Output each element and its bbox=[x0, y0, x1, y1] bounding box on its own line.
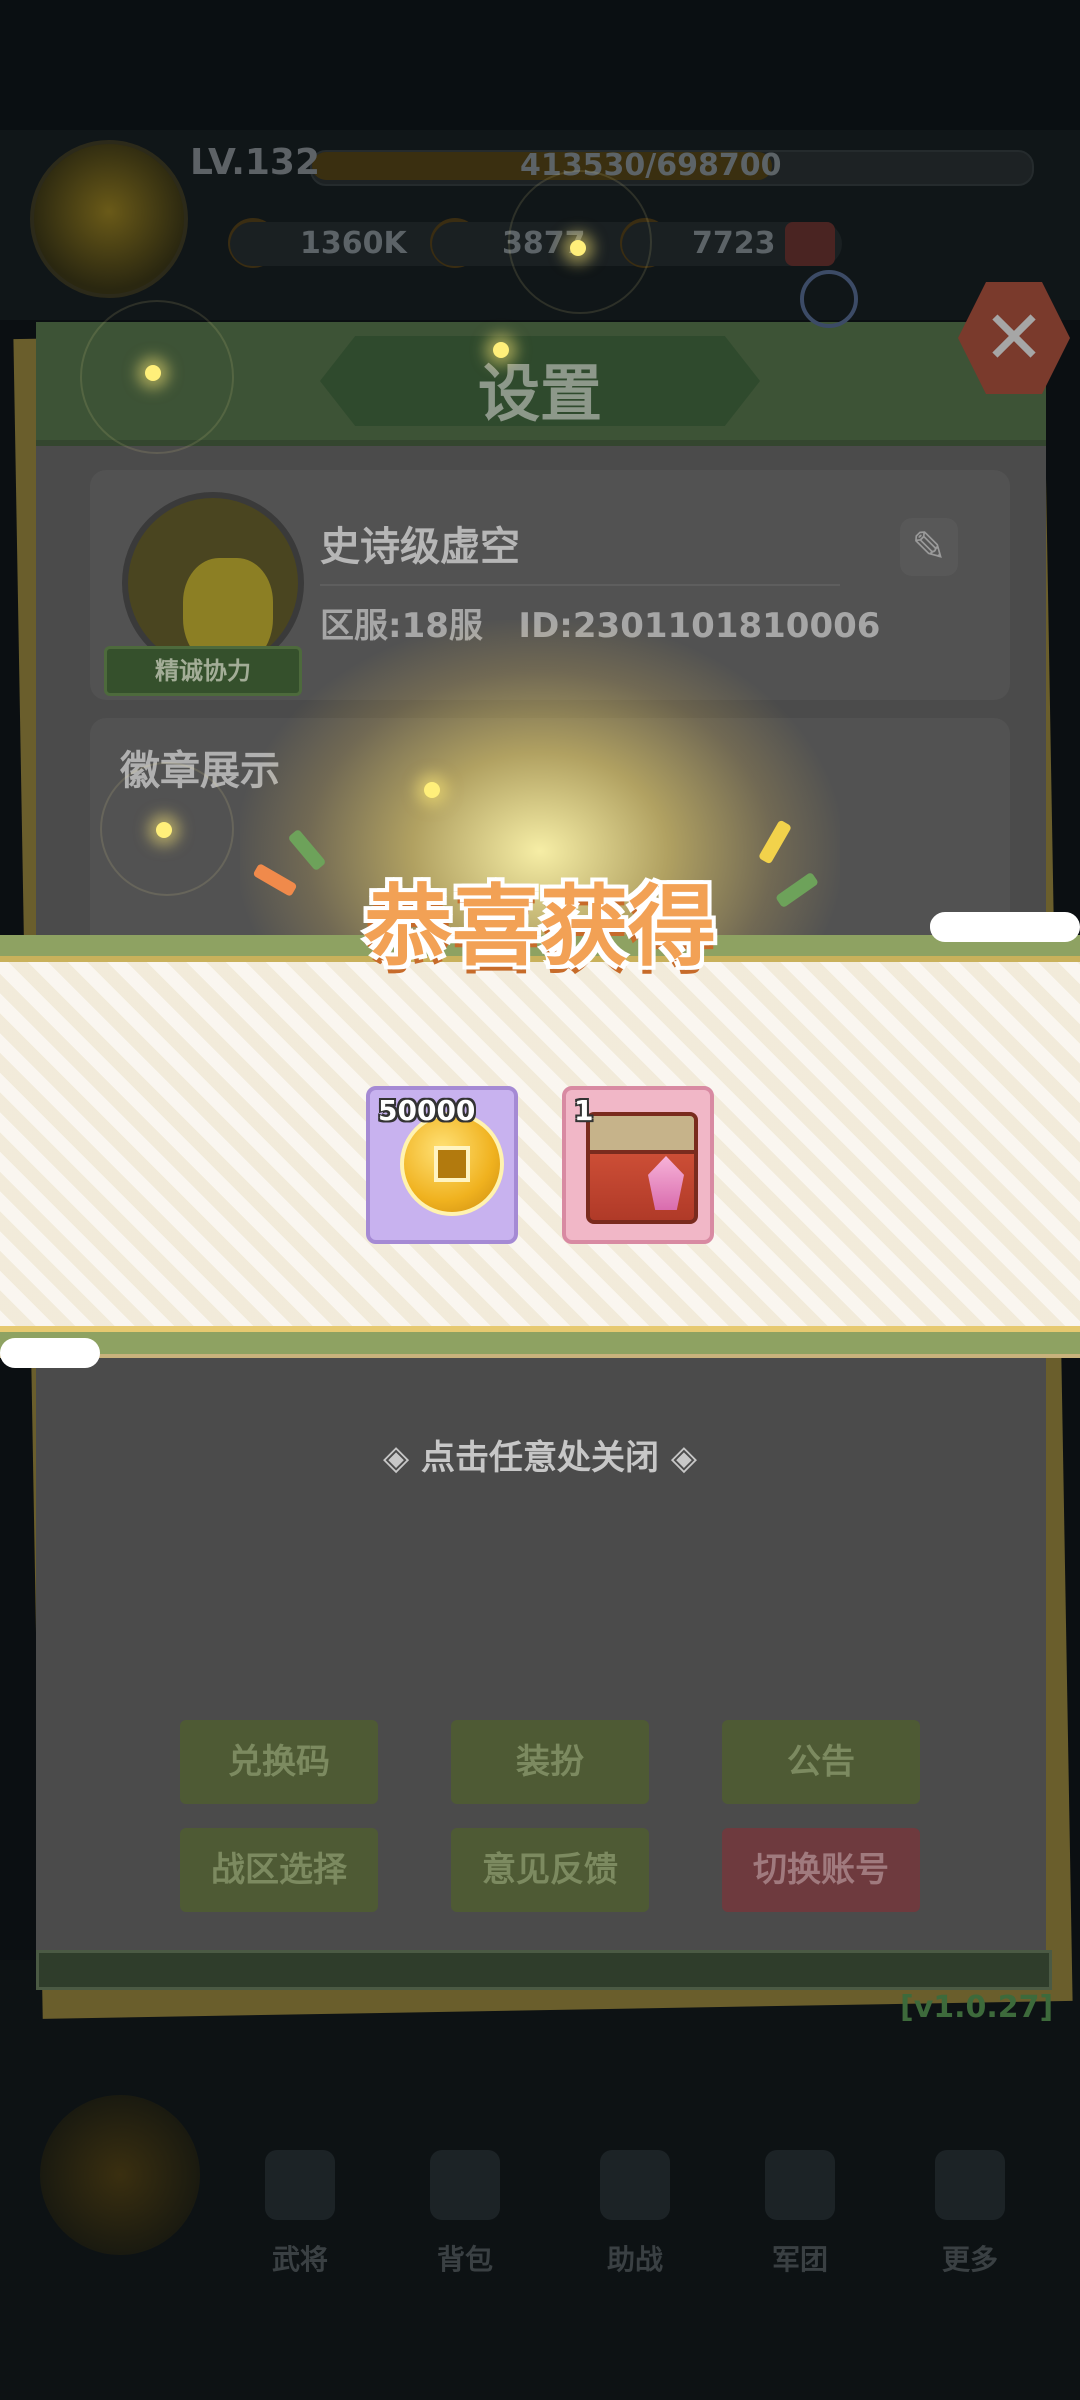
close-hint[interactable]: ◈ 点击任意处关闭 ◈ bbox=[0, 1430, 1080, 1479]
switch-account-button[interactable]: 切换账号 bbox=[722, 1828, 920, 1912]
banner-bottom-stripe bbox=[0, 1332, 1080, 1356]
cloud-decoration bbox=[0, 1338, 100, 1368]
nav-generals[interactable]: 武将 bbox=[255, 2150, 345, 2280]
reward-count: 1 bbox=[574, 1094, 594, 1127]
edit-icon: ✎ bbox=[911, 522, 947, 571]
nav-label: 武将 bbox=[271, 2243, 328, 2276]
close-icon: ✕ bbox=[982, 295, 1045, 381]
announcement-button[interactable]: 公告 bbox=[722, 1720, 920, 1804]
bag-icon bbox=[430, 2150, 500, 2220]
feedback-button[interactable]: 意见反馈 bbox=[451, 1828, 649, 1912]
firefly-decoration bbox=[156, 822, 172, 838]
firefly-decoration bbox=[424, 782, 440, 798]
shield-icon bbox=[765, 2150, 835, 2220]
banner-bottom-line bbox=[0, 1354, 1080, 1358]
nav-more[interactable]: 更多 bbox=[925, 2150, 1015, 2280]
dot-decoration bbox=[930, 914, 954, 938]
reward-title: 恭喜获得 bbox=[363, 875, 716, 978]
coin-hole bbox=[434, 1146, 470, 1182]
reward-banner bbox=[0, 962, 1080, 1330]
nav-legion[interactable]: 军团 bbox=[755, 2150, 845, 2280]
right-ornament-icon: ◈ bbox=[659, 1438, 697, 1478]
nav-label: 更多 bbox=[941, 2243, 998, 2276]
crossed-swords-icon bbox=[600, 2150, 670, 2220]
nav-backpack[interactable]: 背包 bbox=[420, 2150, 510, 2280]
nav-label: 助战 bbox=[606, 2243, 663, 2276]
bubble-decoration bbox=[800, 270, 858, 328]
redeem-code-button[interactable]: 兑换码 bbox=[180, 1720, 378, 1804]
reward-count: 50000 bbox=[378, 1094, 476, 1127]
firefly-decoration bbox=[145, 365, 161, 381]
grid-icon bbox=[935, 2150, 1005, 2220]
firefly-decoration bbox=[493, 342, 509, 358]
hud-avatar[interactable] bbox=[30, 140, 188, 298]
chest-lid bbox=[586, 1112, 698, 1154]
version-label: [v1.0.27] bbox=[900, 1990, 1054, 2025]
costume-button[interactable]: 装扮 bbox=[451, 1720, 649, 1804]
player-name: 史诗级虚空 bbox=[320, 524, 520, 570]
panel-footer bbox=[36, 1950, 1052, 1990]
divider bbox=[320, 584, 840, 586]
player-level: LV.132 bbox=[190, 142, 321, 183]
nav-assist[interactable]: 助战 bbox=[590, 2150, 680, 2280]
nav-home-button[interactable] bbox=[40, 2095, 200, 2255]
close-hint-text: 点击任意处关闭 bbox=[421, 1438, 659, 1478]
left-ornament-icon: ◈ bbox=[383, 1438, 421, 1478]
status-area bbox=[0, 0, 1080, 140]
war-zone-button[interactable]: 战区选择 bbox=[180, 1828, 378, 1912]
nav-label: 军团 bbox=[771, 2243, 828, 2276]
nav-label: 背包 bbox=[436, 2243, 493, 2276]
firefly-decoration bbox=[570, 240, 586, 256]
settings-title: 设置 bbox=[477, 357, 602, 430]
helmet-icon bbox=[265, 2150, 335, 2220]
add-resource-button[interactable] bbox=[785, 222, 835, 266]
